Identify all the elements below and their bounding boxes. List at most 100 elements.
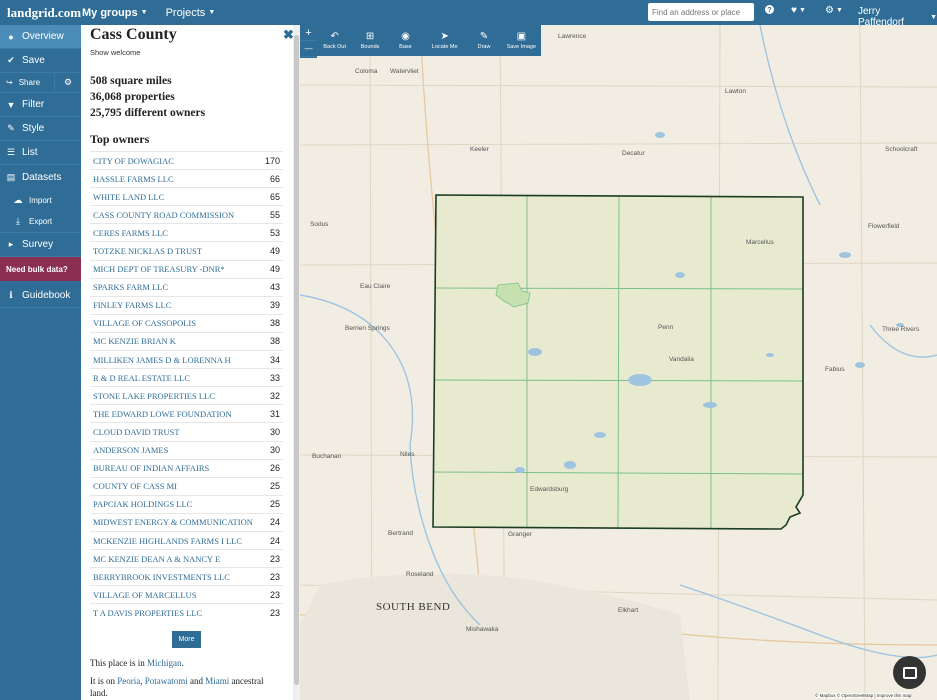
bulk-data-link[interactable]: Need bulk data?: [0, 257, 81, 281]
table-row[interactable]: Hassle Farms LLC 66: [90, 169, 283, 187]
sidebar-item-overview[interactable]: ● Overview: [0, 25, 81, 49]
owner-name-link[interactable]: Cloud David Trust: [93, 427, 180, 437]
locate-me-button[interactable]: ➤ Locate Me: [423, 25, 466, 56]
owner-name-link[interactable]: White Land LLC: [93, 192, 164, 202]
table-row[interactable]: Ceres Farms LLC 53: [90, 223, 283, 241]
settings-menu[interactable]: ⚙ ▼: [825, 5, 843, 16]
table-row[interactable]: Mc Kenzie Dean A & Nancy E 23: [90, 549, 283, 567]
owner-name-link[interactable]: Cass County Road Commission: [93, 210, 234, 220]
owner-name-link[interactable]: McKenzie Highlands Farms I LLC: [93, 536, 242, 546]
sidebar-item-export[interactable]: ⤓ Export: [0, 211, 81, 233]
table-row[interactable]: Mich Dept of Treasury -DNR* 49: [90, 259, 283, 278]
table-row[interactable]: White Land LLC 65: [90, 187, 283, 205]
table-row[interactable]: Cloud David Trust 30: [90, 422, 283, 440]
owner-name-link[interactable]: Bureau of Indian Affairs: [93, 463, 209, 473]
table-row[interactable]: The Edward Lowe Foundation 31: [90, 404, 283, 422]
save-image-button[interactable]: ▣ Save Image: [502, 25, 541, 56]
sidebar-item-filter[interactable]: ▼ Filter: [0, 93, 81, 117]
map-toolbar: ↶ Back Out ⊞ Bounds ◉ Base ➤ Locate Me ✎…: [317, 25, 541, 56]
sidebar-item-save[interactable]: ✔ Save: [0, 49, 81, 73]
table-row[interactable]: Totzke Nicklas D Trust 49: [90, 241, 283, 259]
table-row[interactable]: Finley Farms LLC 39: [90, 295, 283, 314]
chat-widget-button[interactable]: [893, 656, 926, 689]
table-row[interactable]: Midwest Energy & Communication 24: [90, 512, 283, 531]
table-row[interactable]: R & D Real Estate LLC 33: [90, 368, 283, 386]
owner-name-link[interactable]: Berrybrook Investments LLC: [93, 572, 230, 582]
owner-name-link[interactable]: Mich Dept of Treasury -DNR*: [93, 264, 225, 274]
nation-link-peoria[interactable]: Peoria: [117, 676, 140, 686]
owner-property-count: 55: [269, 209, 280, 220]
owner-name-link[interactable]: City of Dowagiac: [93, 156, 174, 166]
table-row[interactable]: Stone Lake Properties LLC 32: [90, 386, 283, 404]
table-row[interactable]: Berrybrook Investments LLC 23: [90, 567, 283, 585]
show-welcome-link[interactable]: Show welcome: [90, 48, 140, 57]
back-out-button[interactable]: ↶ Back Out: [317, 25, 352, 56]
table-row[interactable]: Milliken James D & Lorenna H 34: [90, 350, 283, 368]
table-row[interactable]: Mc Kenzie Brian K 38: [90, 331, 283, 350]
map-canvas[interactable]: Lawrence Coloma Watervliet Lawton Keeler…: [300, 25, 937, 700]
sidebar-item-share[interactable]: ↪ Share: [0, 73, 55, 92]
owner-name-link[interactable]: Papciak Holdings LLC: [93, 499, 192, 509]
owner-name-link[interactable]: Finley Farms LLC: [93, 300, 171, 310]
owner-name-link[interactable]: R & D Real Estate LLC: [93, 373, 190, 383]
sidebar-item-guidebook[interactable]: ℹ Guidebook: [0, 284, 81, 308]
close-panel-button[interactable]: ✖: [283, 27, 293, 43]
my-groups-menu[interactable]: My groups ▼: [82, 7, 148, 19]
owner-name-link[interactable]: Totzke Nicklas D Trust: [93, 246, 202, 256]
owner-name-link[interactable]: Hassle Farms LLC: [93, 174, 174, 184]
map-attribution[interactable]: © Mapbox © OpenStreetMap | Improve this …: [815, 693, 912, 698]
panel-scrollbar[interactable]: [293, 25, 300, 700]
sidebar-item-list[interactable]: ☰ List: [0, 141, 81, 165]
zoom-in-button[interactable]: +: [300, 25, 317, 41]
base-layer-button[interactable]: ◉ Base: [388, 25, 423, 56]
help-button[interactable]: ?: [765, 5, 774, 17]
owner-name-link[interactable]: Mc Kenzie Dean A & Nancy E: [93, 554, 220, 564]
nation-link-potawatomi[interactable]: Potawatomi: [145, 676, 188, 686]
owner-name-link[interactable]: Village of Cassopolis: [93, 318, 196, 328]
projects-menu[interactable]: Projects ▼: [166, 7, 216, 19]
scrollbar-thumb[interactable]: [294, 35, 299, 685]
nation-link-miami[interactable]: Miami: [205, 676, 229, 686]
map-label: Decatur: [622, 150, 645, 157]
table-row[interactable]: Bureau of Indian Affairs 26: [90, 458, 283, 477]
draw-button[interactable]: ✎ Draw: [466, 25, 501, 56]
table-row[interactable]: County of Cass MI 25: [90, 476, 283, 495]
owner-name-link[interactable]: Village of Marcellus: [93, 590, 196, 600]
table-row[interactable]: T A Davis Properties LLC 23: [90, 603, 283, 621]
owner-property-count: 25: [269, 481, 280, 492]
share-settings-button[interactable]: ⚙: [55, 73, 81, 92]
undo-arrow-icon: ↶: [330, 30, 339, 42]
owner-name-link[interactable]: Anderson James: [93, 445, 168, 455]
table-row[interactable]: Anderson James 30: [90, 440, 283, 459]
table-row[interactable]: Cass County Road Commission 55: [90, 205, 283, 223]
owner-name-link[interactable]: Midwest Energy & Communication: [93, 517, 253, 527]
table-row[interactable]: Sparks Farm LLC 43: [90, 277, 283, 296]
table-row[interactable]: Papciak Holdings LLC 25: [90, 494, 283, 513]
owner-property-count: 43: [269, 282, 280, 293]
owner-name-link[interactable]: Milliken James D & Lorenna H: [93, 355, 231, 365]
table-row[interactable]: Village of Marcellus 23: [90, 585, 283, 603]
owner-name-link[interactable]: Ceres Farms LLC: [93, 228, 168, 238]
sidebar-item-datasets[interactable]: ▤ Datasets: [0, 165, 81, 189]
owner-name-link[interactable]: Stone Lake Properties LLC: [93, 391, 215, 401]
sidebar-item-style[interactable]: ✎ Style: [0, 117, 81, 141]
address-search-input[interactable]: [648, 3, 754, 21]
sidebar-item-import[interactable]: ☁ Import: [0, 189, 81, 211]
brand-logo[interactable]: landgrid.com: [0, 5, 82, 21]
table-row[interactable]: McKenzie Highlands Farms I LLC 24: [90, 530, 283, 549]
map-label: Roseland: [406, 571, 434, 578]
sidebar-item-survey[interactable]: ▸ Survey: [0, 233, 81, 257]
bounds-button[interactable]: ⊞ Bounds: [352, 25, 387, 56]
owner-name-link[interactable]: County of Cass MI: [93, 481, 177, 491]
owner-name-link[interactable]: Mc Kenzie Brian K: [93, 336, 176, 346]
owner-name-link[interactable]: Sparks Farm LLC: [93, 282, 168, 292]
owner-name-link[interactable]: T A Davis Properties LLC: [93, 608, 202, 618]
table-row[interactable]: Village of Cassopolis 38: [90, 313, 283, 332]
favorites-menu[interactable]: ♥ ▼: [791, 5, 806, 16]
owner-property-count: 66: [269, 173, 280, 184]
state-link[interactable]: Michigan: [147, 658, 182, 668]
table-row[interactable]: City of Dowagiac 170: [90, 151, 283, 169]
more-owners-button[interactable]: More: [172, 631, 201, 648]
zoom-out-button[interactable]: —: [300, 41, 317, 57]
owner-name-link[interactable]: The Edward Lowe Foundation: [93, 409, 232, 419]
